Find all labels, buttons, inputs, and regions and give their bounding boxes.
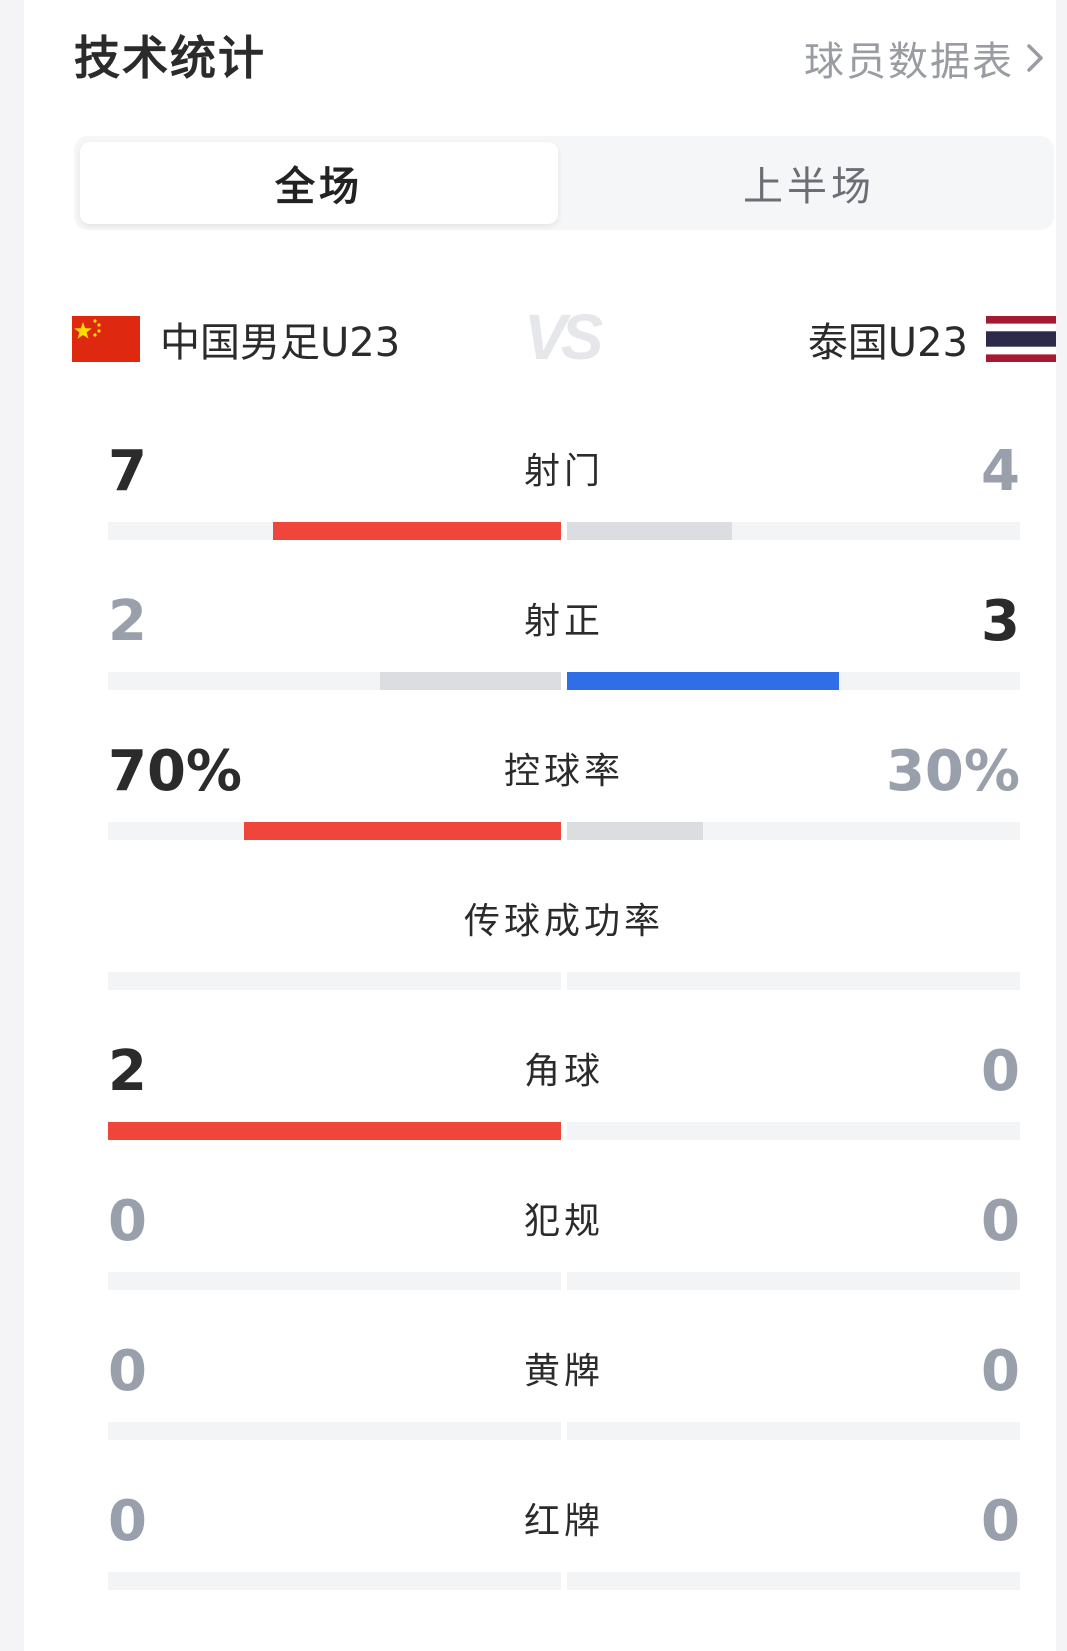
stat-label: 射正 [523,601,604,642]
away-stat-track [567,972,1020,990]
stat-label: 犯规 [523,1201,604,1242]
stat-row: 7 射门 4 [108,436,1020,546]
stat-label: 角球 [523,1051,604,1092]
teams-row: 中国男足U23 VS 泰国U23 [72,301,1056,373]
home-team-name: 中国男足U23 [160,320,401,366]
away-stat-track [567,522,1020,540]
away-stat-track [567,1272,1020,1290]
home-stat-track [108,972,561,990]
away-stat-value: 0 [981,1189,1020,1254]
away-stat-value: 0 [981,1039,1020,1104]
away-stat-value: 0 [981,1339,1020,1404]
away-stat-track [567,1572,1020,1590]
home-stat-bar [244,822,561,840]
stat-row: 0 犯规 0 [108,1186,1020,1296]
player-data-link[interactable]: 球员数据表 [804,28,1044,88]
home-team: 中国男足U23 [72,306,400,372]
tab-first-half[interactable]: 上半场 [570,142,1048,224]
away-stat-value: 4 [981,439,1020,504]
chevron-right-icon [1027,44,1043,72]
stat-label: 射门 [523,451,604,492]
home-stat-bar [273,522,561,540]
home-stat-track [108,822,561,840]
period-tabs: 全场 上半场 [74,136,1054,230]
stat-row: 2 射正 3 [108,586,1020,696]
away-stat-bar [567,522,732,540]
away-team-name: 泰国U23 [807,320,968,366]
stat-row: 传球成功率 [108,886,1020,996]
away-stat-bar [567,822,703,840]
away-stat-value: 3 [981,589,1020,654]
away-stat-track [567,672,1020,690]
stats-header: 技术统计 球员数据表 [74,28,1044,88]
tab-full-match[interactable]: 全场 [80,142,558,224]
stat-label: 传球成功率 [463,901,664,942]
away-team: 泰国U23 [808,306,1056,372]
stat-label: 红牌 [523,1501,604,1542]
away-stat-bar [567,672,839,690]
stat-label: 控球率 [503,751,624,792]
stat-row: 70% 控球率 30% [108,736,1020,846]
away-stat-value: 30% [885,739,1020,804]
stat-row: 0 红牌 0 [108,1486,1020,1596]
home-stat-track [108,1422,561,1440]
home-stat-track [108,672,561,690]
home-stat-bar [108,1122,561,1140]
away-stat-value: 0 [981,1489,1020,1554]
vs-icon: VS [524,301,603,373]
home-stat-track [108,1122,561,1140]
away-stat-track [567,1422,1020,1440]
away-stat-track [567,822,1020,840]
stat-row: 2 角球 0 [108,1036,1020,1146]
thailand-flag-icon [986,316,1056,362]
stat-row: 0 黄牌 0 [108,1336,1020,1446]
china-flag-icon [72,316,140,362]
home-stat-track [108,522,561,540]
home-stat-track [108,1272,561,1290]
home-stat-bar [380,672,561,690]
stat-label: 黄牌 [523,1351,604,1392]
stats-card: 技术统计 球员数据表 全场 上半场 中国男足U23 VS 泰国U23 7 射门 … [24,0,1056,1651]
away-stat-track [567,1122,1020,1140]
player-data-link-label: 球员数据表 [804,39,1014,85]
home-stat-track [108,1572,561,1590]
page-title: 技术统计 [74,31,266,85]
